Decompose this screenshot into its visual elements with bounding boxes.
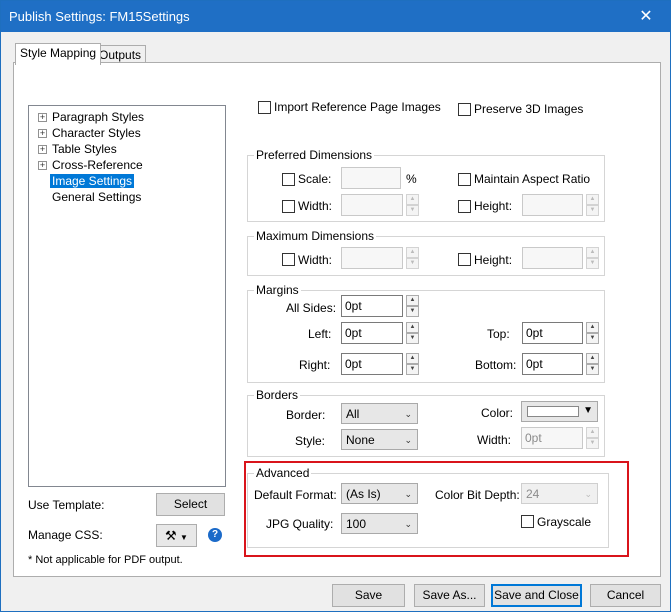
pdf-note: * Not applicable for PDF output. [28, 554, 183, 566]
tree-item-image-settings[interactable]: Image Settings [50, 174, 135, 188]
expand-icon[interactable]: + [38, 113, 47, 122]
scale-label: Scale: [298, 172, 332, 186]
max-width-checkbox[interactable] [282, 253, 295, 266]
import-ref-images-label: Import Reference Page Images [274, 100, 441, 114]
highlight-box [244, 461, 629, 557]
preferred-dimensions-legend: Preferred Dimensions [254, 148, 375, 162]
save-button[interactable]: Save [332, 584, 405, 607]
dialog-window: Publish Settings: FM15Settings ✕ Style M… [0, 0, 671, 612]
settings-tree[interactable]: + Paragraph Styles + Character Styles + … [28, 105, 226, 487]
max-height-spinner[interactable]: ▲ ▼ [586, 247, 599, 269]
maintain-aspect-checkbox[interactable] [458, 173, 471, 186]
style-select[interactable]: None ⌄ [341, 429, 418, 450]
chevron-down-icon: ⌄ [404, 435, 412, 445]
color-label: Color: [481, 406, 514, 420]
save-and-close-button[interactable]: Save and Close [491, 584, 582, 607]
top-margin-label: Top: [487, 327, 510, 341]
help-icon[interactable]: ? [208, 528, 222, 542]
scale-checkbox[interactable] [282, 173, 295, 186]
bottom-margin-label: Bottom: [475, 358, 517, 372]
expand-icon[interactable]: + [38, 145, 47, 154]
preserve-3d-label: Preserve 3D Images [474, 102, 584, 116]
border-select-value: All [346, 407, 360, 421]
use-template-label: Use Template: [28, 498, 105, 512]
style-label: Style: [295, 434, 326, 448]
style-select-value: None [346, 433, 375, 447]
manage-css-label: Manage CSS: [28, 528, 103, 542]
top-margin-input[interactable]: 0pt [522, 322, 583, 344]
max-height-input[interactable] [522, 247, 583, 269]
pref-width-label: Width: [298, 199, 333, 213]
right-margin-label: Right: [299, 358, 331, 372]
all-sides-spinner[interactable]: ▲ ▼ [406, 295, 419, 317]
pref-width-spinner[interactable]: ▲ ▼ [406, 194, 419, 216]
margins-legend: Margins [254, 283, 301, 297]
tree-item-table-styles[interactable]: Table Styles [52, 142, 117, 156]
scale-input[interactable] [341, 167, 401, 189]
maximum-dimensions-legend: Maximum Dimensions [254, 229, 377, 243]
import-ref-images-checkbox[interactable] [258, 101, 271, 114]
max-width-input[interactable] [341, 247, 403, 269]
chevron-down-icon: ▼ [180, 533, 188, 542]
border-width-label: Width: [477, 433, 512, 447]
tab-style-mapping-label: Style Mapping [20, 46, 97, 60]
tree-item-cross-reference[interactable]: Cross-Reference [52, 158, 143, 172]
border-width-input[interactable]: 0pt [521, 427, 583, 449]
window-title: Publish Settings: FM15Settings [9, 9, 190, 24]
max-height-checkbox[interactable] [458, 253, 471, 266]
bottom-margin-spinner[interactable]: ▲ ▼ [586, 353, 599, 375]
tab-outputs-label: Outputs [99, 48, 142, 62]
left-margin-input[interactable]: 0pt [341, 322, 403, 344]
max-width-spinner[interactable]: ▲ ▼ [406, 247, 419, 269]
pref-width-input[interactable] [341, 194, 403, 216]
color-picker[interactable]: ▼ [521, 401, 598, 422]
expand-icon[interactable]: + [38, 129, 47, 138]
top-margin-spinner[interactable]: ▲ ▼ [586, 322, 599, 344]
borders-legend: Borders [254, 388, 301, 402]
pref-height-label: Height: [474, 199, 513, 213]
save-as-button[interactable]: Save As... [414, 584, 485, 607]
tree-item-general-settings[interactable]: General Settings [52, 190, 141, 204]
percent-label: % [406, 172, 417, 186]
maintain-aspect-label: Maintain Aspect Ratio [474, 172, 591, 186]
preserve-3d-checkbox[interactable] [458, 103, 471, 116]
chevron-down-icon: ▼ [583, 405, 593, 416]
close-icon[interactable]: ✕ [636, 6, 656, 26]
cancel-button[interactable]: Cancel [590, 584, 661, 607]
tree-item-paragraph-styles[interactable]: Paragraph Styles [52, 110, 144, 124]
right-margin-input[interactable]: 0pt [341, 353, 403, 375]
tab-style-mapping[interactable]: Style Mapping [15, 43, 102, 65]
pref-width-checkbox[interactable] [282, 200, 295, 213]
max-height-label: Height: [474, 253, 513, 267]
tree-item-character-styles[interactable]: Character Styles [52, 126, 141, 140]
title-bar: Publish Settings: FM15Settings ✕ [1, 1, 670, 32]
bottom-margin-input[interactable]: 0pt [522, 353, 583, 375]
pref-height-input[interactable] [522, 194, 583, 216]
all-sides-label: All Sides: [286, 301, 337, 315]
wrench-screwdriver-icon: ⚒ [165, 528, 177, 543]
manage-css-button[interactable]: ⚒ ▼ [156, 524, 197, 547]
left-margin-label: Left: [308, 327, 332, 341]
pref-height-checkbox[interactable] [458, 200, 471, 213]
max-width-label: Width: [298, 253, 333, 267]
color-swatch [527, 406, 579, 417]
chevron-down-icon: ⌄ [404, 409, 412, 419]
border-select[interactable]: All ⌄ [341, 403, 418, 424]
border-label: Border: [286, 408, 326, 422]
all-sides-input[interactable]: 0pt [341, 295, 403, 317]
left-margin-spinner[interactable]: ▲ ▼ [406, 322, 419, 344]
pref-height-spinner[interactable]: ▲ ▼ [586, 194, 599, 216]
border-width-spinner[interactable]: ▲ ▼ [586, 427, 599, 449]
right-margin-spinner[interactable]: ▲ ▼ [406, 353, 419, 375]
select-template-button[interactable]: Select [156, 493, 225, 516]
expand-icon[interactable]: + [38, 161, 47, 170]
